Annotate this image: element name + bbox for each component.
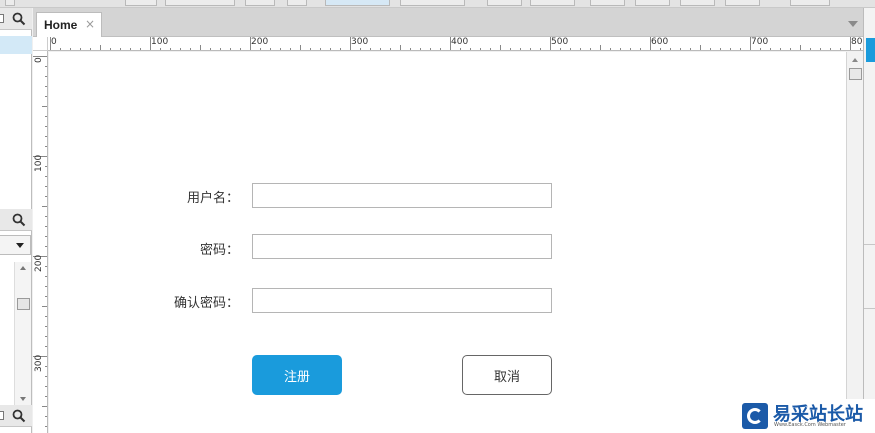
toolbar-button[interactable] [790, 0, 830, 6]
ruler-label: 500 [551, 37, 569, 47]
panel-icon [0, 411, 4, 420]
ruler-label: 200 [251, 37, 269, 47]
toolbar-button[interactable] [5, 0, 15, 6]
confirm-password-label: 确认密码： [173, 296, 239, 311]
selected-page-item[interactable] [0, 36, 32, 54]
pages-panel-header [0, 8, 32, 30]
masters-panel-header [0, 405, 32, 427]
library-panel-header [0, 209, 32, 231]
toolbar-button[interactable] [245, 0, 275, 6]
toolbar-button[interactable] [590, 0, 625, 6]
toolbar-button[interactable] [487, 0, 522, 6]
ruler-label: 80 [851, 37, 863, 47]
search-icon[interactable] [12, 409, 26, 423]
register-button[interactable]: 注册 [252, 355, 342, 395]
toolbar-button[interactable] [530, 0, 575, 6]
toolbar-button[interactable] [635, 0, 670, 6]
toolbar-button[interactable] [287, 0, 307, 6]
library-dropdown[interactable] [0, 235, 31, 255]
right-panel [863, 8, 875, 433]
username-input[interactable] [252, 183, 552, 208]
right-panel-tab[interactable] [866, 38, 875, 62]
toolbar-button-group[interactable] [165, 0, 235, 6]
username-label: 用户名： [186, 191, 239, 206]
ruler-label: 300 [351, 37, 369, 47]
library-scrollbar[interactable] [14, 262, 31, 405]
toolbar-button[interactable] [125, 0, 157, 6]
vertical-ruler: 0 100 200 300 [33, 51, 48, 433]
ruler-corner [33, 37, 48, 51]
tab-menu-icon[interactable] [848, 21, 858, 27]
password-input[interactable] [252, 234, 552, 259]
scrollbar-thumb[interactable] [17, 298, 30, 310]
design-canvas[interactable]: 用户名： 密码： 确认密码： 注册 取消 [49, 52, 846, 433]
canvas-scrollbar[interactable] [846, 52, 863, 433]
scroll-up-icon[interactable] [20, 266, 26, 270]
close-icon[interactable]: × [85, 17, 95, 31]
panel-divider [864, 308, 875, 309]
ruler-label: 300 [34, 354, 44, 372]
toolbar-button[interactable] [725, 0, 760, 6]
cancel-button[interactable]: 取消 [462, 355, 552, 395]
watermark-subtitle: Www.Easck.Com Webmaster [774, 422, 846, 428]
ruler-label: 600 [651, 37, 669, 47]
toolbar-button[interactable] [680, 0, 715, 6]
left-panel [0, 8, 32, 433]
panel-icon [0, 14, 4, 23]
horizontal-ruler: 0 100 200 300 400 500 600 700 80 [48, 37, 863, 51]
confirm-password-input[interactable] [252, 288, 552, 313]
tab-label: Home [44, 18, 78, 32]
password-label: 密码： [199, 243, 239, 258]
ruler-label: 100 [34, 154, 44, 172]
dropdown-arrow-icon [16, 243, 24, 248]
ruler-label: 200 [34, 254, 44, 272]
ruler-label: 400 [451, 37, 469, 47]
ruler-label: 0 [51, 37, 57, 47]
scroll-down-icon[interactable] [20, 397, 26, 401]
scrollbar-thumb[interactable] [849, 68, 862, 80]
ruler-label: 100 [151, 37, 169, 47]
ruler-label: 0 [34, 57, 44, 63]
top-toolbar [0, 0, 875, 8]
ruler-label: 700 [751, 37, 769, 47]
site-logo-icon [742, 403, 768, 429]
toolbar-button-group[interactable] [325, 0, 390, 6]
scroll-up-icon[interactable] [852, 58, 858, 62]
search-icon[interactable] [12, 213, 26, 227]
panel-divider [864, 244, 875, 245]
search-icon[interactable] [12, 12, 26, 26]
tab-home[interactable]: Home × [36, 12, 102, 38]
ruler-ticks [33, 56, 47, 427]
site-watermark: 易采站长站 Www.Easck.Com Webmaster [740, 399, 875, 433]
toolbar-button-group[interactable] [400, 0, 465, 6]
tab-bar: Home × [33, 8, 863, 38]
